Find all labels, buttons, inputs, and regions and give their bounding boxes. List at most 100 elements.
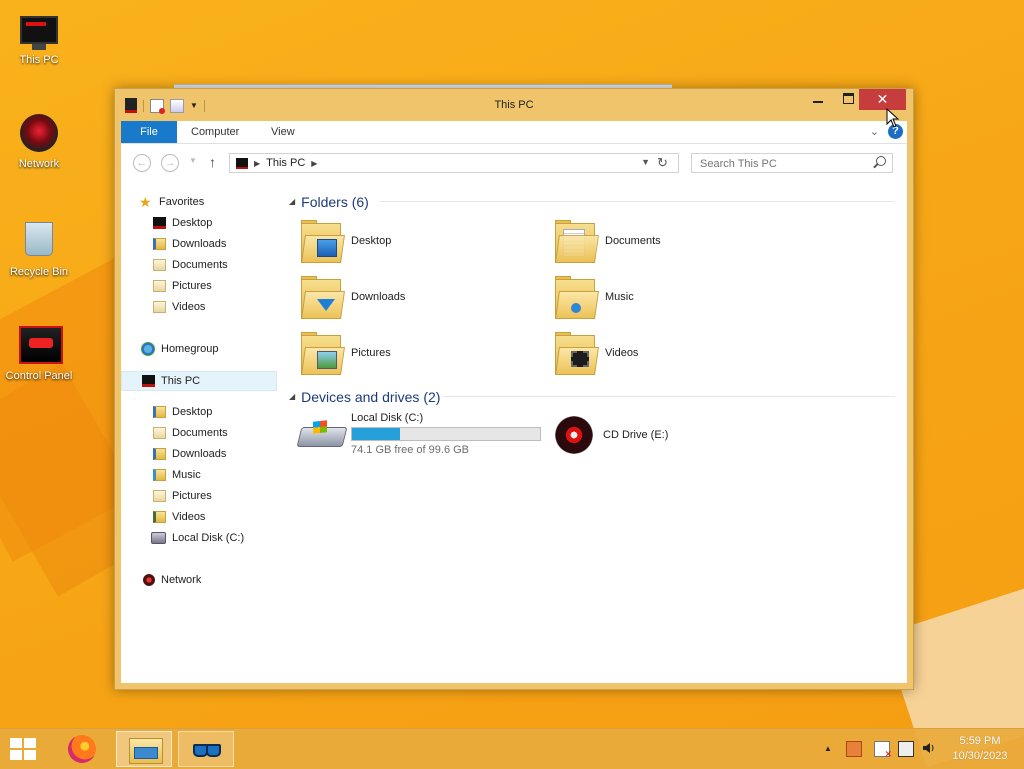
sidebar-item-network[interactable]: Network [143,570,201,590]
folder-tile-music[interactable]: Music [553,272,803,322]
search-input[interactable] [698,155,872,173]
start-button[interactable] [10,738,38,760]
sidebar-item-label: Local Disk (C:) [172,532,245,544]
videos-folder-icon [553,331,599,375]
up-button[interactable]: ↑ [209,154,216,170]
system-clock[interactable]: 5:59 PM 10/30/2023 [940,734,1020,764]
group-title: Folders (6) [301,194,369,210]
forward-button[interactable]: → [161,154,179,172]
expand-ribbon-icon[interactable]: ⌄ [870,125,879,138]
firefox-icon [68,735,96,763]
desktop-icon-network[interactable]: Network [4,114,74,170]
sidebar-item-label: Favorites [159,196,205,208]
sidebar-item-favorite-pictures[interactable]: Pictures [153,276,212,296]
taskbar: ▲ 5:59 PM 10/30/2023 [0,728,1024,769]
close-button[interactable]: ✕ [859,89,906,110]
tab-view[interactable]: View [271,121,295,143]
folder-tile-downloads[interactable]: Downloads [299,272,549,322]
back-button[interactable]: ← [133,154,151,172]
tab-file[interactable]: File [121,121,177,143]
music-folder-icon [153,469,166,481]
chevron-right-icon[interactable]: ▶ [311,159,317,168]
maximize-icon [842,93,854,104]
sidebar-item-homegroup[interactable]: Homegroup [141,339,218,359]
sidebar-item-desktop[interactable]: Desktop [153,402,212,422]
sidebar-item-pictures[interactable]: Pictures [153,486,212,506]
folder-tile-desktop[interactable]: Desktop [299,216,549,266]
sidebar-item-local-disk[interactable]: Local Disk (C:) [151,528,244,548]
sidebar-item-favorite-videos[interactable]: Videos [153,297,205,317]
pictures-folder-icon [153,280,166,292]
search-icon[interactable] [876,156,886,166]
sidebar-item-documents[interactable]: Documents [153,423,228,443]
taskbar-file-explorer-button[interactable] [116,731,172,767]
address-bar[interactable]: ▶ This PC ▶ ▼ [229,153,679,173]
drive-free-space: 74.1 GB free of 99.6 GB [351,444,470,456]
videos-folder-icon [153,511,166,523]
desktop-icon-control-panel[interactable]: Control Panel [4,322,74,382]
sidebar-item-label: Documents [172,427,228,439]
sidebar-item-favorite-downloads[interactable]: Downloads [153,234,226,254]
folder-tile-pictures[interactable]: Pictures [299,328,549,378]
sidebar-item-label: Videos [172,511,206,523]
group-divider [379,201,895,202]
folder-label: Documents [605,235,661,247]
collapse-group-icon[interactable]: ◢ [289,387,295,407]
address-dropdown-icon[interactable]: ▼ [641,157,650,167]
navigation-bar: ← → ▼ ↑ ▶ This PC ▶ ▼ ↻ [121,144,907,182]
sidebar-item-music[interactable]: Music [153,465,201,485]
minimize-icon [813,101,823,103]
drive-name: Local Disk (C:) [351,412,424,424]
windows-logo-icon [24,750,36,760]
this-pc-icon [142,375,155,387]
desktop-icon [153,217,166,229]
taskbar-app-button[interactable] [178,731,234,767]
sidebar-item-label: Videos [172,301,206,313]
star-icon: ★ [139,194,152,210]
sidebar-item-this-pc[interactable]: This PC [121,371,277,391]
sidebar-item-favorite-desktop[interactable]: Desktop [153,213,212,233]
documents-folder-icon [553,219,599,263]
sidebar-item-label: Homegroup [161,343,219,355]
folder-tile-videos[interactable]: Videos [553,328,803,378]
sidebar-item-label: Music [172,469,201,481]
sidebar-item-label: Downloads [172,448,227,460]
desktop-icon-label: This PC [19,54,59,66]
desktop-icon-recycle-bin[interactable]: Recycle Bin [4,218,74,278]
group-header-folders[interactable]: ◢ Folders (6) [289,192,369,212]
sidebar-item-favorite-documents[interactable]: Documents [153,255,228,275]
cd-drive-icon [555,416,593,454]
volume-icon[interactable] [922,741,936,755]
collapse-group-icon[interactable]: ◢ [289,192,295,212]
drive-tile-cd[interactable]: CD Drive (E:) [555,416,668,454]
homegroup-icon [141,342,155,356]
show-hidden-icons-button[interactable]: ▲ [824,744,832,753]
folder-label: Music [605,291,634,303]
chevron-right-icon[interactable]: ▶ [254,159,260,168]
sidebar-item-label: Pictures [172,280,212,292]
sidebar-item-label: Desktop [172,217,213,229]
action-center-flag-icon[interactable] [874,741,892,760]
minimize-button[interactable] [803,89,833,110]
sidebar-item-favorites[interactable]: ★ Favorites [139,192,204,212]
sidebar-item-videos[interactable]: Videos [153,507,205,527]
ribbon-tabs: File Computer View ⌄ ? [121,121,907,144]
network-status-icon[interactable] [898,741,914,757]
refresh-button[interactable]: ↻ [657,155,668,171]
recent-locations-icon[interactable]: ▼ [189,156,197,165]
desktop-icon-this-pc[interactable]: This PC [4,10,74,66]
folder-tile-documents[interactable]: Documents [553,216,803,266]
downloads-folder-icon [299,275,345,319]
tab-computer[interactable]: Computer [191,121,239,143]
group-header-devices[interactable]: ◢ Devices and drives (2) [289,387,440,407]
taskbar-firefox-button[interactable] [54,731,110,767]
search-box[interactable] [691,153,893,173]
desktop-folder-icon [299,219,345,263]
clock-date: 10/30/2023 [952,750,1008,762]
drive-tile-local-disk[interactable]: Local Disk (C:) 74.1 GB free of 99.6 GB [296,412,541,456]
disk-usage-bar [351,427,541,441]
file-explorer-icon [129,738,163,764]
title-bar[interactable]: ▼ This PC ✕ [115,89,913,119]
sidebar-item-downloads[interactable]: Downloads [153,444,226,464]
tray-app-icon[interactable] [846,741,862,757]
